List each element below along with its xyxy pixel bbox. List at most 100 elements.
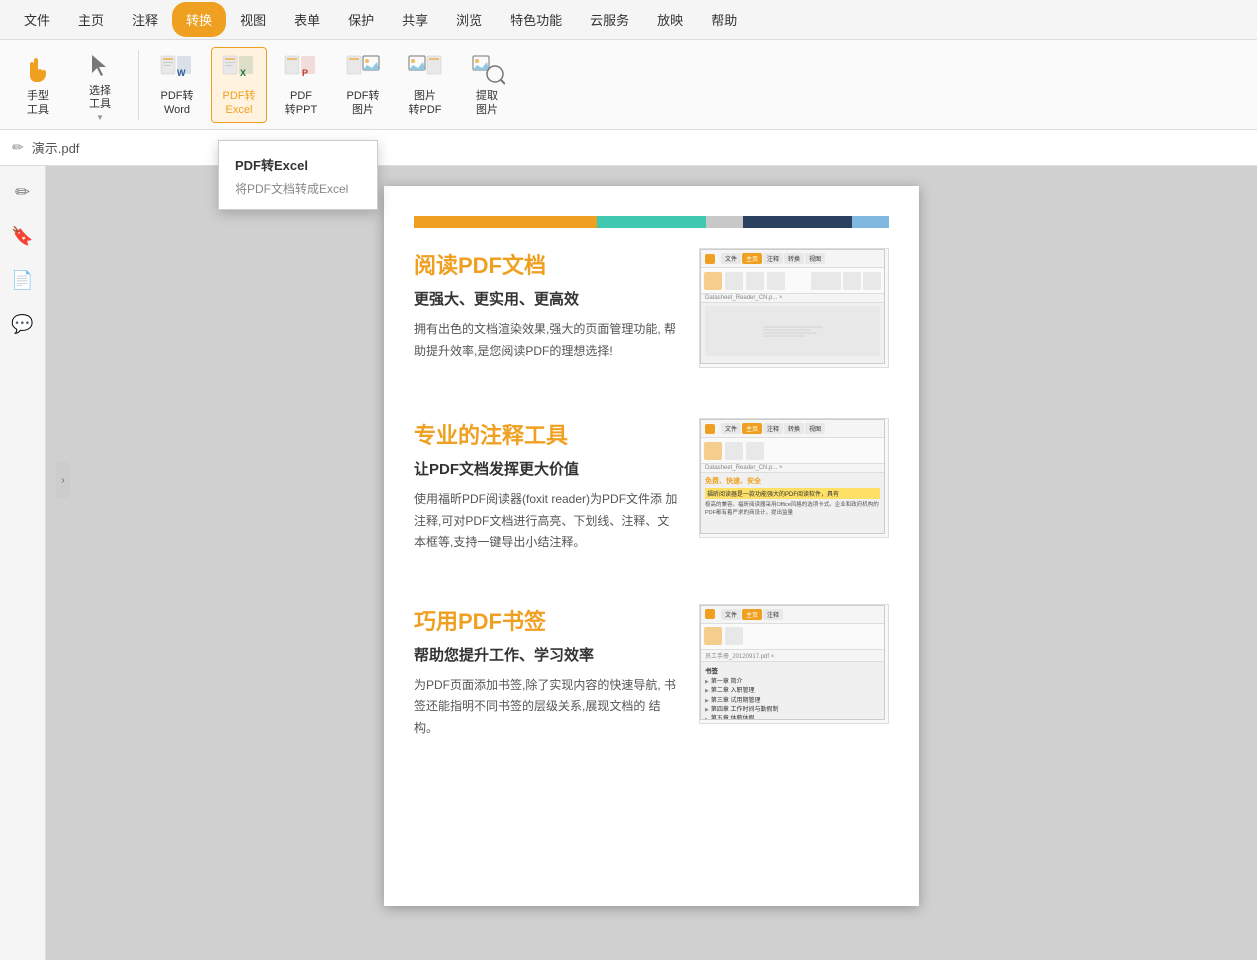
collapse-panel-handle[interactable]: › <box>56 462 70 498</box>
mini-tool-7 <box>863 272 881 290</box>
bookmark-item-3: ▶ 第四章 工作时间与勤假制 <box>705 706 880 714</box>
colorbar-lightblue <box>852 216 889 228</box>
mini-tab-annotation: 注释 <box>763 253 783 264</box>
mini-reader-2: 文件 主页 注释 转换 视图 Datasheet_ <box>700 419 885 534</box>
dropdown-popup: PDF转Excel 将PDF文档转成Excel <box>218 140 378 210</box>
pdf-section-read: 阅读PDF文档 更强大、更实用、更高效 拥有出色的文档渲染效果,强大的页面管理功… <box>414 248 889 368</box>
mini-reader-3: 文件 主页 注释 员工手册_20120917.pdf × 书签 <box>700 605 885 720</box>
pdf-to-image-button[interactable]: PDF转图片 <box>335 47 391 123</box>
colorbar-dark <box>743 216 853 228</box>
mini-highlighted-text: 福昕阅读器是一款功能强大的PDF阅读软件，具有 <box>705 488 880 499</box>
svg-text:X: X <box>240 68 246 78</box>
image-to-pdf-button[interactable]: 图片转PDF <box>397 47 453 123</box>
pdf-to-ppt-button[interactable]: P PDF转PPT <box>273 47 329 123</box>
mini-tab-file: 文件 <box>721 253 741 264</box>
bookmark-item-4: ▶ 第五章 休薪休假 <box>705 715 880 719</box>
pdf-section-bookmark-preview: 文件 主页 注释 员工手册_20120917.pdf × 书签 <box>699 604 889 724</box>
pdf-to-excel-icon: X <box>221 52 257 88</box>
pdf-page: 阅读PDF文档 更强大、更实用、更高效 拥有出色的文档渲染效果,强大的页面管理功… <box>384 186 919 906</box>
pdf-section-read-subtitle: 更强大、更实用、更高效 <box>414 288 679 309</box>
mini-pdf-preview-area <box>705 306 880 356</box>
mini-reader-1-toolbar <box>701 268 884 294</box>
mini-reader-2-toolbar <box>701 438 884 464</box>
menu-browse[interactable]: 浏览 <box>442 2 496 37</box>
content-area: 阅读PDF文档 更强大、更实用、更高效 拥有出色的文档渲染效果,强大的页面管理功… <box>46 166 1257 960</box>
pdf-to-excel-label: PDF转Excel <box>223 90 256 116</box>
mini-tab2-annotation: 注释 <box>763 423 783 434</box>
menu-bar: 文件 主页 注释 转换 视图 表单 保护 共享 浏览 特色功能 云服务 放映 帮… <box>0 0 1257 40</box>
mini-tool-6 <box>843 272 861 290</box>
pdf-section-annotate-preview: 文件 主页 注释 转换 视图 Datasheet_ <box>699 418 889 538</box>
mini-tab3-annotation: 注释 <box>763 609 783 620</box>
sidebar-pages-icon[interactable]: 📄 <box>7 264 39 296</box>
mini-reader-3-header: 文件 主页 注释 <box>701 606 884 624</box>
mini-reader-3-logo <box>705 609 715 619</box>
mini-reader-2-header: 文件 主页 注释 转换 视图 <box>701 420 884 438</box>
pdf-section-read-title: 阅读PDF文档 <box>414 248 679 280</box>
mini-reader-1-content <box>701 303 884 359</box>
pdf-to-ppt-icon: P <box>283 52 319 88</box>
menu-form[interactable]: 表单 <box>280 2 334 37</box>
colorbar-orange <box>414 216 597 228</box>
mini-reader-2-content: 免费、快速、安全 福昕阅读器是一款功能强大的PDF阅读软件，具有 极高的兼容。福… <box>701 473 884 521</box>
mini-tool-2-2 <box>725 442 743 460</box>
select-tool-button[interactable]: 选择工具 ▼ <box>72 47 128 123</box>
pdf-section-bookmark-text: 巧用PDF书签 帮助您提升工作、学习效率 为PDF页面添加书签,除了实现内容的快… <box>414 604 679 740</box>
mini-reader-3-toolbar <box>701 624 884 650</box>
mini-reader-3-content: 书签 ▶ 第一章 简介 ▶ 第二章 入职管理 ▶ 第三 <box>701 662 884 720</box>
main-layout: ✏ 🔖 📄 💬 › 阅读PDF文档 更强大、更实用、更高效 拥有出色的文档渲染效… <box>0 166 1257 960</box>
menu-protect[interactable]: 保护 <box>334 2 388 37</box>
toolbar-divider-1 <box>138 50 139 120</box>
pdf-to-word-button[interactable]: W PDF转Word <box>149 47 205 123</box>
menu-cloud[interactable]: 云服务 <box>576 2 643 37</box>
mini-reader-1: 文件 主页 注释 转换 视图 <box>700 249 885 364</box>
bookmark-item-2: ▶ 第三章 试用期管理 <box>705 697 880 705</box>
pdf-section-read-body: 拥有出色的文档渲染效果,强大的页面管理功能, 帮助提升效率,是您阅读PDF的理想… <box>414 319 679 362</box>
pdf-to-image-label: PDF转图片 <box>347 90 380 116</box>
image-to-pdf-label: 图片转PDF <box>409 90 442 116</box>
pdf-to-excel-button[interactable]: X PDF转Excel <box>211 47 267 123</box>
pdf-section-annotate: 专业的注释工具 让PDF文档发挥更大价值 使用福昕PDF阅读器(foxit re… <box>414 418 889 554</box>
mini-reader-3-filename: 员工手册_20120917.pdf × <box>701 650 884 662</box>
mini-highlight-title: 免费、快速、安全 <box>705 476 880 486</box>
pencil-icon: ✏ <box>12 139 24 156</box>
mini-tool-3-1 <box>704 627 722 645</box>
sidebar-bookmark-icon[interactable]: 🔖 <box>7 220 39 252</box>
mini-tool-5 <box>811 272 841 290</box>
svg-text:P: P <box>302 68 308 78</box>
menu-annotation[interactable]: 注释 <box>118 2 172 37</box>
menu-help[interactable]: 帮助 <box>697 2 751 37</box>
mini-tab2-file: 文件 <box>721 423 741 434</box>
mini-tab-convert: 转换 <box>784 253 804 264</box>
select-tool-label: 选择工具 <box>89 85 111 111</box>
pdf-to-word-label: PDF转Word <box>161 90 194 116</box>
mini-reader-1-filename: Datasheet_Reader_CN.p... × <box>701 294 884 303</box>
menu-share[interactable]: 共享 <box>388 2 442 37</box>
mini-tab2-view: 视图 <box>805 423 825 434</box>
extract-image-button[interactable]: 提取图片 <box>459 47 515 123</box>
menu-features[interactable]: 特色功能 <box>496 2 576 37</box>
extract-image-icon <box>469 52 505 88</box>
extract-image-label: 提取图片 <box>476 90 498 116</box>
dropdown-description: 将PDF文档转成Excel <box>219 178 377 199</box>
mini-tab2-home: 主页 <box>742 423 762 434</box>
mini-tab3-home: 主页 <box>742 609 762 620</box>
mini-reader-2-tabs: 文件 主页 注释 转换 视图 <box>721 423 825 434</box>
pdf-to-ppt-label: PDF转PPT <box>285 90 317 116</box>
menu-home[interactable]: 主页 <box>64 2 118 37</box>
mini-reader-2-filename: Datasheet_Reader_CN.p... × <box>701 464 884 473</box>
pdf-section-annotate-subtitle: 让PDF文档发挥更大价值 <box>414 458 679 479</box>
colorbar-teal <box>597 216 707 228</box>
menu-convert[interactable]: 转换 <box>172 2 226 37</box>
menu-view[interactable]: 视图 <box>226 2 280 37</box>
sidebar-comment-icon[interactable]: 💬 <box>7 308 39 340</box>
pdf-section-bookmark-title: 巧用PDF书签 <box>414 604 679 636</box>
pdf-to-word-icon: W <box>159 52 195 88</box>
menu-play[interactable]: 放映 <box>643 2 697 37</box>
mini-tool-1 <box>704 272 722 290</box>
hand-tool-button[interactable]: 手型工具 <box>10 47 66 123</box>
menu-file[interactable]: 文件 <box>10 2 64 37</box>
mini-tool-3-2 <box>725 627 743 645</box>
sidebar-annotate-icon[interactable]: ✏ <box>7 176 39 208</box>
bookmark-item-1: ▶ 第二章 入职管理 <box>705 687 880 695</box>
